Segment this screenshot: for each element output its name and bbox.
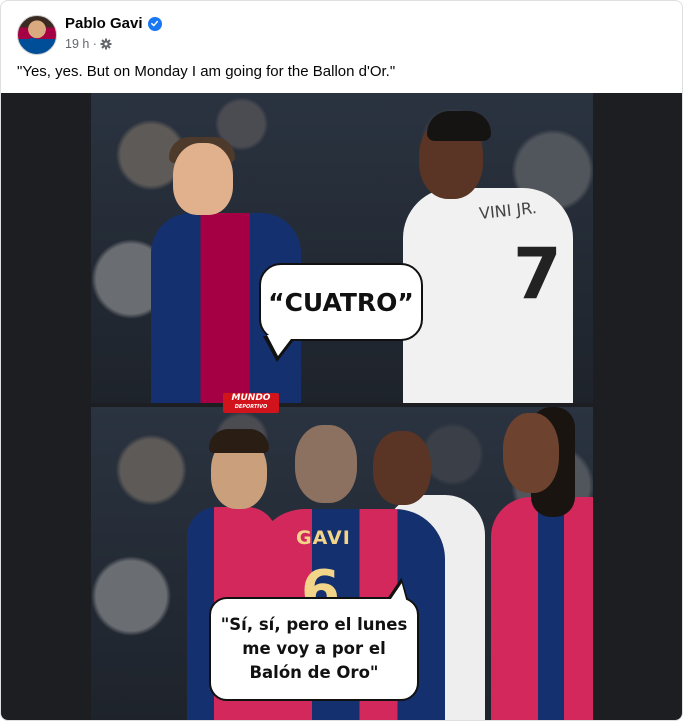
post-caption: "Yes, yes. But on Monday I am going for … xyxy=(17,63,396,80)
jersey-number: 7 xyxy=(513,233,562,315)
player-head xyxy=(503,413,559,493)
author-name[interactable]: Pablo Gavi xyxy=(65,15,143,32)
player-head xyxy=(295,425,357,503)
post-timestamp[interactable]: 19 h · xyxy=(65,37,97,51)
player-hair xyxy=(209,429,269,453)
player-head xyxy=(373,431,431,505)
speech-bubble-text: "Sí, sí, pero el lunes me voy a por el B… xyxy=(220,615,408,682)
verified-badge-icon xyxy=(147,16,162,31)
post-header: Pablo Gavi 19 h · xyxy=(17,13,657,57)
logo-sub-text: DEPORTIVO xyxy=(234,404,268,410)
logo-main-text: MUNDO xyxy=(231,393,271,403)
author-row: Pablo Gavi xyxy=(65,15,162,32)
mundo-deportivo-logo: MUNDO DEPORTIVO xyxy=(223,393,279,413)
speech-bubble-text: “CUATRO” xyxy=(268,287,414,317)
avatar[interactable] xyxy=(17,15,57,55)
speech-bubble-top: “CUATRO” xyxy=(259,263,423,341)
post-meta: 19 h · xyxy=(65,37,112,51)
player-head xyxy=(173,143,233,215)
meme-panel-top: VINI JR. 7 “CUATRO” xyxy=(91,93,593,403)
speech-bubble-bottom: "Sí, sí, pero el lunes me voy a por el B… xyxy=(209,597,419,701)
speech-bubble-tail-fill xyxy=(267,335,294,356)
meme-panel-bottom: GAVI 6 "Sí, sí, pero el lunes me voy a p… xyxy=(91,407,593,720)
player-kounde xyxy=(491,497,593,720)
facebook-post: Pablo Gavi 19 h · "Yes, yes. But on Mond… xyxy=(0,0,683,721)
post-image[interactable]: VINI JR. 7 “CUATRO” MUNDO DEPORTIVO GAVI… xyxy=(1,93,682,720)
gear-icon[interactable] xyxy=(100,38,112,50)
player-hair xyxy=(427,111,491,141)
jersey-name: GAVI xyxy=(296,527,351,549)
